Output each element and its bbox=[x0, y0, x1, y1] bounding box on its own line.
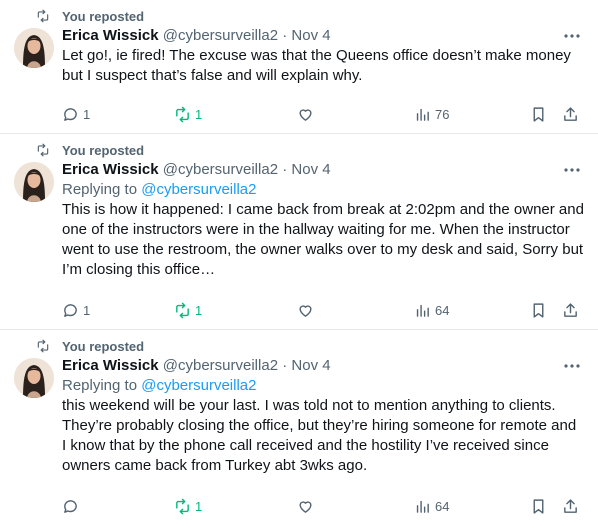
bookmark-button[interactable] bbox=[530, 104, 547, 124]
reply-count: 1 bbox=[83, 302, 91, 318]
views-button[interactable]: 64 bbox=[414, 496, 449, 516]
share-button[interactable] bbox=[562, 300, 579, 320]
repost-icon bbox=[176, 302, 189, 318]
more-icon[interactable] bbox=[564, 168, 580, 172]
bookmark-icon bbox=[533, 302, 544, 318]
bookmark-icon bbox=[533, 498, 544, 514]
tweet-actions: 1 1 64 bbox=[62, 300, 584, 320]
reply-button[interactable]: 1 bbox=[62, 104, 90, 124]
separator: · bbox=[282, 161, 288, 178]
views-count: 64 bbox=[435, 302, 450, 318]
tweet-date[interactable]: Nov 4 bbox=[291, 357, 330, 374]
heart-icon bbox=[299, 304, 312, 317]
reply-icon bbox=[64, 303, 77, 317]
repost-count: 1 bbox=[195, 302, 203, 318]
views-icon bbox=[416, 500, 429, 513]
like-button[interactable] bbox=[297, 104, 318, 124]
replying-to: Replying to @cybersurveilla2 bbox=[62, 376, 584, 396]
replying-to-link[interactable]: @cybersurveilla2 bbox=[141, 181, 256, 198]
tweet[interactable]: You reposted Erica Wissick @cybersurveil… bbox=[0, 0, 598, 134]
tweet[interactable]: You reposted Erica Wissick @cybersurveil… bbox=[0, 134, 598, 330]
views-button[interactable]: 64 bbox=[414, 300, 449, 320]
repost-button[interactable]: 1 bbox=[174, 104, 202, 124]
repost-indicator: You reposted bbox=[36, 338, 144, 354]
repost-count: 1 bbox=[195, 498, 203, 514]
share-button[interactable] bbox=[562, 104, 579, 124]
repost-icon bbox=[176, 106, 189, 122]
tweet-header: Erica Wissick @cybersurveilla2 · Nov 4 bbox=[62, 356, 584, 376]
views-icon bbox=[416, 304, 429, 317]
repost-label: You reposted bbox=[62, 8, 145, 24]
author-name[interactable]: Erica Wissick bbox=[62, 357, 159, 374]
share-icon bbox=[564, 302, 577, 317]
author-name[interactable]: Erica Wissick bbox=[62, 27, 159, 44]
tweet-actions: 1 64 bbox=[62, 496, 584, 516]
repost-icon bbox=[176, 498, 189, 514]
views-count: 64 bbox=[435, 498, 450, 514]
bookmark-button[interactable] bbox=[530, 300, 547, 320]
avatar[interactable] bbox=[14, 28, 54, 68]
tweet-header: Erica Wissick @cybersurveilla2 · Nov 4 bbox=[62, 160, 584, 180]
tweet-date[interactable]: Nov 4 bbox=[291, 161, 330, 178]
reply-button[interactable]: 1 bbox=[62, 300, 90, 320]
author-handle[interactable]: @cybersurveilla2 bbox=[163, 27, 278, 44]
repost-button[interactable]: 1 bbox=[174, 300, 202, 320]
bookmark-button[interactable] bbox=[530, 496, 547, 516]
tweet-text: Let go!, ie fired! The excuse was that t… bbox=[62, 47, 571, 84]
heart-icon bbox=[299, 500, 312, 513]
more-icon[interactable] bbox=[564, 34, 580, 38]
share-icon bbox=[564, 498, 577, 513]
reply-button[interactable] bbox=[62, 496, 83, 516]
repost-indicator: You reposted bbox=[36, 8, 144, 24]
avatar[interactable] bbox=[14, 162, 54, 202]
share-icon bbox=[564, 106, 577, 121]
views-count: 76 bbox=[435, 106, 450, 122]
replying-prefix: Replying to bbox=[62, 377, 138, 394]
tweet-actions: 1 1 76 bbox=[62, 104, 584, 124]
share-button[interactable] bbox=[562, 496, 579, 516]
tweet-text: this weekend will be your last. I was to… bbox=[62, 397, 577, 474]
repost-button[interactable]: 1 bbox=[174, 496, 202, 516]
replying-to: Replying to @cybersurveilla2 bbox=[62, 180, 584, 200]
reply-icon bbox=[64, 499, 77, 513]
tweet-header: Erica Wissick @cybersurveilla2 · Nov 4 bbox=[62, 26, 584, 46]
reply-count: 1 bbox=[83, 106, 91, 122]
author-handle[interactable]: @cybersurveilla2 bbox=[163, 357, 278, 374]
repost-icon bbox=[37, 339, 49, 353]
replying-to-link[interactable]: @cybersurveilla2 bbox=[141, 377, 256, 394]
tweet-date[interactable]: Nov 4 bbox=[291, 27, 330, 44]
views-icon bbox=[416, 108, 429, 121]
reply-icon bbox=[64, 107, 77, 121]
tweet-text: This is how it happened: I came back fro… bbox=[62, 201, 584, 278]
author-handle[interactable]: @cybersurveilla2 bbox=[163, 161, 278, 178]
repost-indicator: You reposted bbox=[36, 142, 144, 158]
like-button[interactable] bbox=[297, 300, 318, 320]
avatar[interactable] bbox=[14, 358, 54, 398]
more-icon[interactable] bbox=[564, 364, 580, 368]
like-button[interactable] bbox=[297, 496, 318, 516]
repost-label: You reposted bbox=[62, 338, 145, 354]
heart-icon bbox=[299, 108, 312, 121]
repost-icon bbox=[37, 143, 49, 157]
tweet[interactable]: You reposted Erica Wissick @cybersurveil… bbox=[0, 330, 598, 530]
repost-count: 1 bbox=[195, 106, 203, 122]
bookmark-icon bbox=[533, 106, 544, 122]
repost-icon bbox=[37, 9, 49, 23]
repost-label: You reposted bbox=[62, 142, 145, 158]
separator: · bbox=[282, 27, 288, 44]
views-button[interactable]: 76 bbox=[414, 104, 449, 124]
separator: · bbox=[282, 357, 288, 374]
author-name[interactable]: Erica Wissick bbox=[62, 161, 159, 178]
replying-prefix: Replying to bbox=[62, 181, 138, 198]
